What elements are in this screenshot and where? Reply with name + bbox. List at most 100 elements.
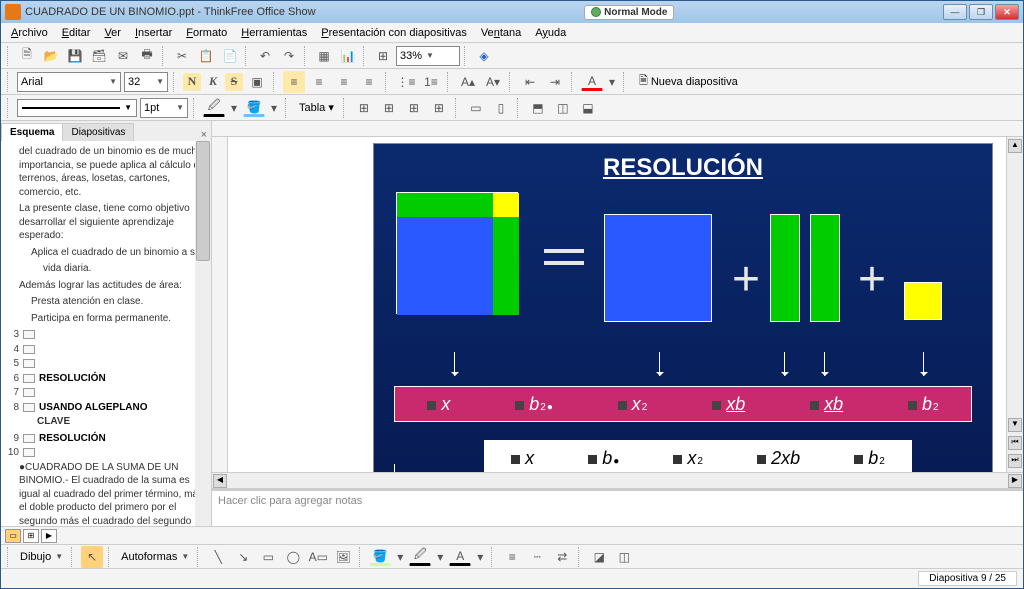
arrow-style-icon[interactable]: ⇄: [551, 546, 573, 568]
indent-icon[interactable]: ⇥: [544, 71, 566, 93]
paste-icon[interactable]: 📄: [219, 45, 241, 67]
fill-color-icon[interactable]: 🪣: [243, 98, 265, 117]
align-justify-icon[interactable]: ≡: [358, 71, 380, 93]
insert-row-below-icon[interactable]: ⊞: [378, 97, 400, 119]
numbering-icon[interactable]: 1≡: [420, 71, 442, 93]
slide[interactable]: RESOLUCIÓN + +: [373, 143, 993, 472]
menu-insert[interactable]: Insertar: [129, 25, 178, 41]
canvas-scrollbar-v[interactable]: ▲ ▼ ⏮ ⏭: [1006, 137, 1023, 472]
new-slide-button[interactable]: 🗎 Nueva diapositiva: [633, 70, 744, 93]
undo-icon[interactable]: ↶: [254, 45, 276, 67]
prev-slide-icon[interactable]: ⏮: [1008, 436, 1022, 450]
maximize-button[interactable]: ❐: [969, 4, 993, 20]
arrow-tool-icon[interactable]: ↘: [232, 546, 254, 568]
insert-row-above-icon[interactable]: ⊞: [353, 97, 375, 119]
fill-color-bottom-arrow[interactable]: ▾: [394, 546, 406, 568]
strikethrough-button[interactable]: S: [225, 73, 243, 91]
outdent-icon[interactable]: ⇤: [519, 71, 541, 93]
panel-close-icon[interactable]: ×: [197, 129, 211, 141]
fill-color-arrow[interactable]: ▾: [268, 97, 280, 119]
font-size-combo[interactable]: 32▼: [124, 72, 168, 92]
line-color-bottom-arrow[interactable]: ▾: [434, 546, 446, 568]
align-center-icon[interactable]: ≡: [308, 71, 330, 93]
chart-icon[interactable]: 📊: [337, 45, 359, 67]
align-left-icon[interactable]: ≡: [283, 71, 305, 93]
font-combo[interactable]: Arial▼: [17, 72, 121, 92]
bold-button[interactable]: N: [183, 73, 201, 91]
font-color-icon[interactable]: A: [581, 72, 603, 91]
italic-button[interactable]: K: [204, 73, 222, 91]
save-as-icon[interactable]: 🗃: [88, 45, 110, 67]
fill-color-bottom-icon[interactable]: 🪣: [369, 547, 391, 566]
menu-file[interactable]: Archivo: [5, 25, 54, 41]
select-icon[interactable]: ↖: [81, 546, 103, 568]
copy-icon[interactable]: 📋: [195, 45, 217, 67]
font-color-arrow[interactable]: ▾: [606, 71, 618, 93]
line-style-preview[interactable]: ▼: [17, 99, 137, 117]
open-icon[interactable]: 📂: [40, 45, 62, 67]
outline-scrollbar[interactable]: [195, 141, 211, 526]
text-color-bottom-icon[interactable]: A: [449, 547, 471, 566]
close-button[interactable]: ✕: [995, 4, 1019, 20]
slide-canvas[interactable]: RESOLUCIÓN + +: [228, 137, 1006, 472]
textbox-tool-icon[interactable]: A▭: [307, 546, 329, 568]
menu-help[interactable]: Ayuda: [529, 25, 572, 41]
text-color-bottom-arrow[interactable]: ▾: [474, 546, 486, 568]
next-slide-icon[interactable]: ⏭: [1008, 454, 1022, 468]
draw-menu[interactable]: Dibujo▼: [17, 547, 66, 567]
rect-tool-icon[interactable]: ▭: [257, 546, 279, 568]
line-dash-icon[interactable]: ┄: [526, 546, 548, 568]
scroll-up-icon[interactable]: ▲: [1008, 139, 1022, 153]
help-icon[interactable]: ◈: [473, 45, 495, 67]
line-color-bottom-icon[interactable]: 🖉: [409, 547, 431, 566]
border-color-icon[interactable]: 🖉: [203, 98, 225, 117]
shadow-style-icon[interactable]: ◪: [588, 546, 610, 568]
outline-slide-row[interactable]: 6RESOLUCIÓN: [7, 372, 205, 386]
3d-style-icon[interactable]: ◫: [613, 546, 635, 568]
border-color-arrow[interactable]: ▾: [228, 97, 240, 119]
scroll-left-icon[interactable]: ◀: [213, 474, 227, 488]
tab-outline[interactable]: Esquema: [1, 123, 63, 141]
cut-icon[interactable]: ✂: [171, 45, 193, 67]
autoshapes-menu[interactable]: Autoformas▼: [118, 547, 192, 567]
view-slideshow-icon[interactable]: ▶: [41, 529, 57, 543]
view-normal-icon[interactable]: ▭: [5, 529, 21, 543]
menu-view[interactable]: Ver: [98, 25, 127, 41]
insert-col-left-icon[interactable]: ⊞: [403, 97, 425, 119]
table-icon[interactable]: ▦: [313, 45, 335, 67]
grid-icon[interactable]: ⊞: [372, 45, 394, 67]
outline-slide-row[interactable]: 4: [7, 343, 205, 357]
align-right-icon[interactable]: ≡: [333, 71, 355, 93]
split-cells-icon[interactable]: ▯: [490, 97, 512, 119]
zoom-combo[interactable]: 33%▼: [396, 46, 460, 66]
bullets-icon[interactable]: ⋮≡: [395, 71, 417, 93]
outline-slide-row[interactable]: 5: [7, 357, 205, 371]
minimize-button[interactable]: —: [943, 4, 967, 20]
menu-tools[interactable]: Herramientas: [235, 25, 313, 41]
outline-slide-row[interactable]: 7: [7, 386, 205, 400]
scroll-down-icon[interactable]: ▼: [1008, 418, 1022, 432]
menu-format[interactable]: Formato: [180, 25, 233, 41]
insert-col-right-icon[interactable]: ⊞: [428, 97, 450, 119]
redo-icon[interactable]: ↷: [278, 45, 300, 67]
shadow-button[interactable]: ▣: [246, 71, 268, 93]
outline-slide-row[interactable]: 10: [7, 446, 205, 460]
line-tool-icon[interactable]: ╲: [207, 546, 229, 568]
valign-bottom-icon[interactable]: ⬓: [577, 97, 599, 119]
print-icon[interactable]: 🖶: [136, 45, 158, 67]
menu-edit[interactable]: Editar: [56, 25, 97, 41]
valign-top-icon[interactable]: ⬒: [527, 97, 549, 119]
scroll-right-icon[interactable]: ▶: [1008, 474, 1022, 488]
outline-slide-row[interactable]: 9RESOLUCIÓN: [7, 432, 205, 446]
ellipse-tool-icon[interactable]: ◯: [282, 546, 304, 568]
decrease-font-icon[interactable]: A▾: [482, 71, 504, 93]
outline-slide-row[interactable]: 3: [7, 328, 205, 342]
canvas-scrollbar-h[interactable]: ◀ ▶: [212, 472, 1023, 488]
increase-font-icon[interactable]: A▴: [457, 71, 479, 93]
mode-badge[interactable]: Normal Mode: [584, 5, 674, 20]
table-menu[interactable]: Tabla ▾: [295, 101, 338, 114]
menu-slideshow[interactable]: Presentación con diapositivas: [315, 25, 473, 41]
valign-middle-icon[interactable]: ◫: [552, 97, 574, 119]
new-doc-icon[interactable]: 🗎: [16, 45, 38, 67]
mail-icon[interactable]: ✉: [112, 45, 134, 67]
